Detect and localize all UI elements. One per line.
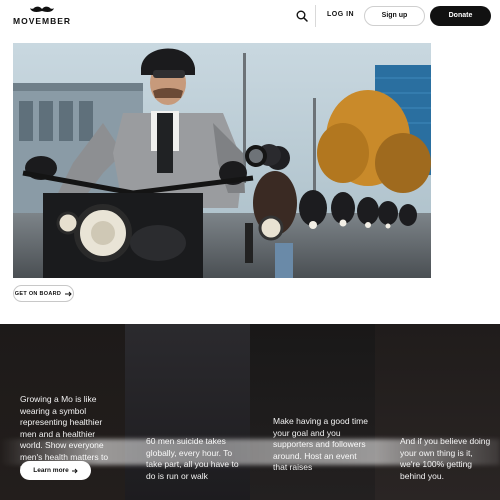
signup-button[interactable]: Sign up: [364, 6, 425, 26]
login-link[interactable]: LOG IN: [327, 11, 354, 18]
learn-more-label: Learn more: [33, 467, 69, 474]
arrow-right-icon: [65, 291, 72, 296]
moustache-icon: [30, 6, 54, 12]
header-divider: [315, 5, 316, 27]
features-section: Growing a Mo is like wearing a symbol re…: [0, 324, 500, 500]
movember-logo[interactable]: MOVEMBER: [13, 6, 73, 26]
get-on-board-label: GET ON BOARD: [14, 290, 62, 297]
logo-wordmark: MOVEMBER: [13, 16, 72, 26]
feature-panel-host[interactable]: [250, 324, 375, 500]
donate-button[interactable]: Donate: [430, 6, 491, 26]
get-on-board-button[interactable]: GET ON BOARD: [13, 285, 74, 302]
hero-image: [13, 43, 431, 278]
arrow-right-icon: [71, 468, 78, 473]
search-icon[interactable]: [296, 10, 308, 22]
learn-more-button[interactable]: Learn more: [20, 461, 91, 480]
site-header: MOVEMBER LOG IN Sign up Donate: [0, 0, 500, 32]
